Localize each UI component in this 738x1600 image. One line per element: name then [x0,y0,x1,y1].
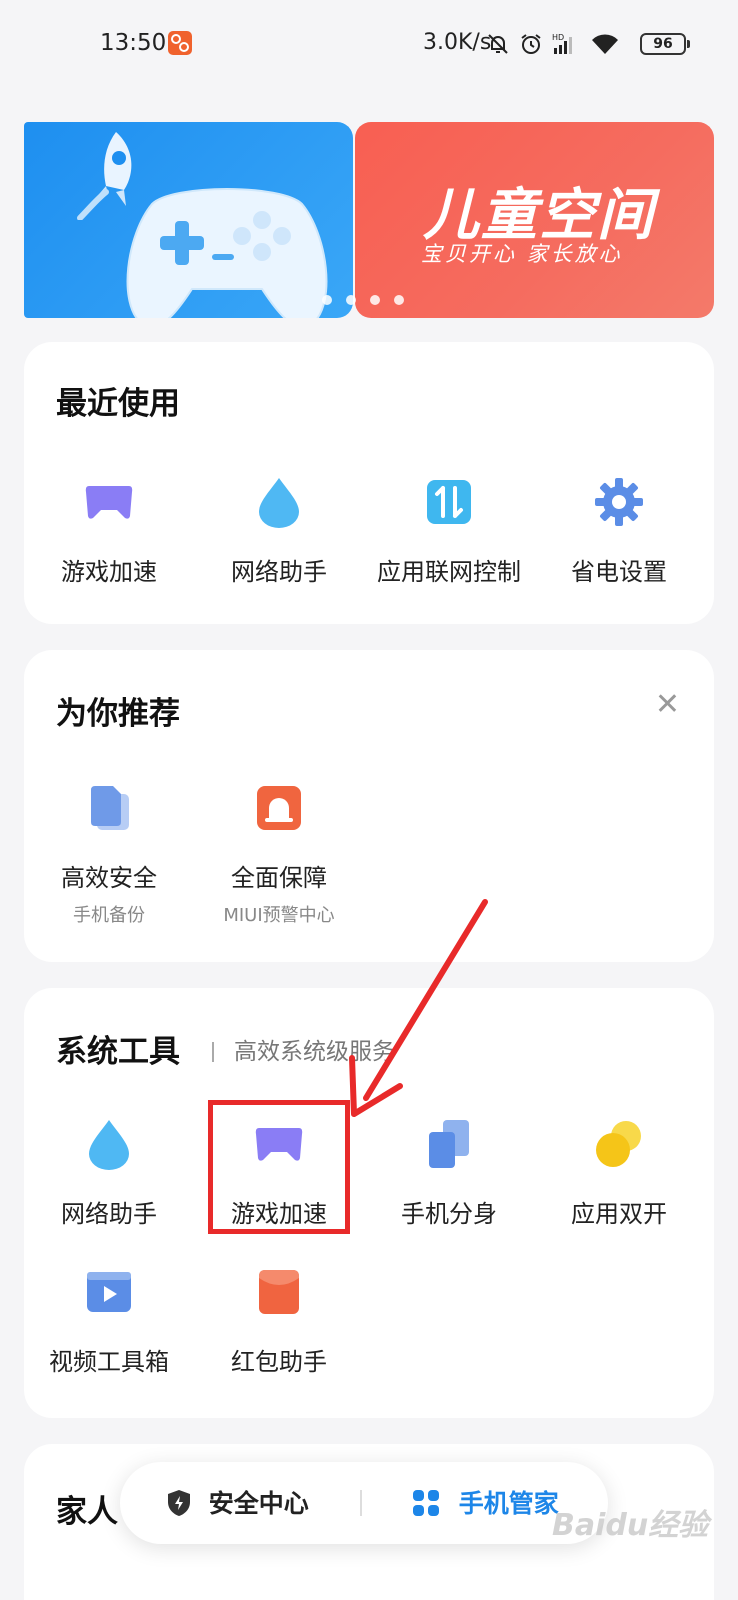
divider [212,1042,214,1062]
recent-item-app-network-control[interactable]: 应用联网控制 [364,476,534,587]
recommend-title: 为你推荐 [56,696,180,732]
gamepad-icon [83,476,135,528]
shield-icon [168,1490,190,1516]
annotation-arrow [349,899,488,1117]
tab-security-center[interactable]: 安全中心 [166,1484,309,1520]
watermark: Baidu经验 [552,1508,709,1543]
tool-second-space[interactable]: 手机分身 [364,1118,534,1229]
tile-label: 游戏加速 [61,558,157,586]
close-icon[interactable]: ✕ [655,690,680,720]
tile-label: 红包助手 [231,1348,327,1376]
dual-phone-icon [423,1118,475,1170]
grid-icon [413,1490,439,1516]
tile-label: 手机分身 [401,1200,497,1228]
svg-text:HD: HD [552,33,564,42]
tool-network-assistant[interactable]: 网络助手 [24,1118,194,1229]
water-drop-icon [253,476,305,528]
network-control-icon [423,476,475,528]
signal-icon: HD [552,32,578,60]
family-title: 家人 [56,1494,118,1530]
alarm-icon [253,782,305,834]
tab-label: 安全中心 [208,1489,309,1518]
tile-label: 省电设置 [571,558,667,586]
annotation-highlight-box [208,1100,350,1234]
gamepad-illustration [126,188,328,318]
battery-indicator: 96 [640,33,690,55]
recommend-item-alert-center[interactable]: 全面保障 MIUI预警中心 [194,782,364,927]
tile-label: 网络助手 [231,558,327,586]
tile-label: 视频工具箱 [49,1348,169,1376]
carousel-dot [370,295,380,305]
carousel-dot [394,295,404,305]
recommend-item-backup[interactable]: 高效安全 手机备份 [24,782,194,927]
tile-label: 网络助手 [61,1200,157,1228]
recent-item-network-assistant[interactable]: 网络助手 [194,476,364,587]
notification-app-icon [168,31,192,55]
status-time: 13:50 [100,30,167,56]
gear-icon [593,476,645,528]
backup-icon [83,782,135,834]
tool-red-packet[interactable]: 红包助手 [194,1266,364,1377]
video-toolbox-icon [83,1266,135,1318]
recent-title: 最近使用 [56,386,180,422]
tab-phone-manager[interactable]: 手机管家 [412,1484,559,1520]
bottom-nav: 安全中心 手机管家 [120,1462,608,1544]
tools-title: 系统工具 [56,1034,180,1070]
tool-video-toolbox[interactable]: 视频工具箱 [24,1266,194,1377]
dual-app-icon [593,1118,645,1170]
tool-dual-apps[interactable]: 应用双开 [534,1118,704,1229]
network-speed: 3.0K/s [423,30,492,55]
tile-sublabel: 手机备份 [73,905,145,926]
game-boost-banner[interactable] [24,122,353,318]
tile-label: 全面保障 [231,864,327,892]
carousel-dot [322,295,332,305]
banner-carousel[interactable]: 儿童空间 宝贝开心 家长放心 [24,122,714,318]
recent-card: 最近使用 游戏加速 网络助手 应用联网控制 省电设置 [24,342,714,624]
mute-bell-icon [486,32,510,60]
recent-item-power-settings[interactable]: 省电设置 [534,476,704,587]
divider [360,1490,362,1516]
water-drop-icon [83,1118,135,1170]
tile-label: 高效安全 [61,864,157,892]
red-packet-icon [253,1266,305,1318]
kids-space-banner[interactable]: 儿童空间 宝贝开心 家长放心 [355,122,714,318]
alarm-clock-icon [519,32,543,60]
tile-label: 应用双开 [571,1200,667,1228]
tab-label: 手机管家 [458,1489,559,1518]
wifi-icon [590,32,620,60]
status-bar: 13:50 3.0K/s HD 96 [0,0,738,90]
recent-item-game-boost[interactable]: 游戏加速 [24,476,194,587]
tile-label: 应用联网控制 [377,558,521,586]
banner-subtitle: 宝贝开心 家长放心 [421,242,623,266]
tile-sublabel: MIUI预警中心 [223,905,335,926]
carousel-dot [346,295,356,305]
